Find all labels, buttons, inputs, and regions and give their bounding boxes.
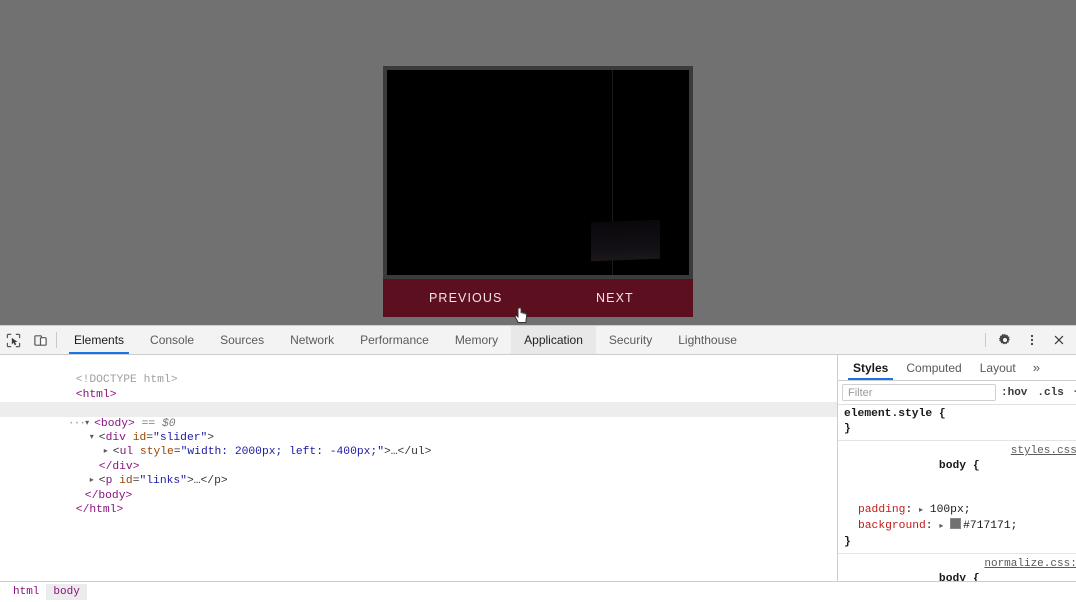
devtools-toolbar: Elements Console Sources Network Perform… [0, 326, 1076, 355]
dom-breadcrumb: html body [0, 581, 1076, 602]
declaration-value: 100px; [929, 503, 971, 516]
new-style-rule-button[interactable]: + [1069, 387, 1076, 399]
cls-toggle[interactable]: .cls [1032, 387, 1068, 399]
dom-line-div-close: </div> [0, 445, 837, 473]
declaration-property: padding [858, 503, 906, 516]
image-slider: PREVIOUS NEXT [383, 66, 693, 320]
tab-console[interactable]: Console [137, 326, 207, 354]
tab-application[interactable]: Application [511, 326, 596, 354]
tab-elements[interactable]: Elements [61, 326, 137, 354]
tab-network[interactable]: Network [277, 326, 347, 354]
inspect-element-icon[interactable] [0, 326, 27, 354]
color-swatch[interactable] [950, 518, 962, 530]
dom-tree-panel[interactable]: <!DOCTYPE html> <html> <head>…</head> ··… [0, 355, 837, 582]
declaration-padding[interactable]: padding: ▸ 100px; [844, 503, 1076, 519]
styles-filter-input[interactable] [842, 384, 996, 401]
dom-line-head[interactable]: <head>…</head> [0, 388, 837, 415]
rendered-page: PREVIOUS NEXT [0, 0, 1076, 325]
slider-nav-bar: PREVIOUS NEXT [383, 279, 693, 317]
previous-button[interactable]: PREVIOUS [429, 279, 502, 317]
style-rule-element-style: element.style { } [838, 404, 1076, 442]
declaration-background[interactable]: background: ▸ #717171; [844, 518, 1076, 535]
tab-layout[interactable]: Layout [971, 355, 1025, 380]
tab-styles[interactable]: Styles [844, 355, 897, 380]
devtools-tab-list: Elements Console Sources Network Perform… [61, 326, 750, 354]
styles-tab-list: Styles Computed Layout » [838, 355, 1076, 381]
dom-line-html-close: </html> [0, 489, 837, 516]
breadcrumb-item-html[interactable]: html [6, 584, 46, 600]
toolbar-divider-right [985, 333, 986, 347]
device-toolbar-icon[interactable] [27, 326, 54, 354]
dom-line-body-open[interactable]: ···<body> == $0 [0, 402, 837, 430]
rule-origin-link[interactable]: styles.css:1 [1011, 444, 1076, 459]
rule-close-brace: } [844, 535, 851, 548]
tab-sources[interactable]: Sources [207, 326, 277, 354]
tab-memory[interactable]: Memory [442, 326, 511, 354]
dom-line-doctype: <!DOCTYPE html> [0, 359, 837, 386]
rule-selector[interactable]: element.style { [844, 408, 946, 420]
gear-icon[interactable] [991, 326, 1018, 354]
styles-sidebar: Styles Computed Layout » :hov .cls + ◀ e… [838, 355, 1076, 582]
close-icon[interactable] [1045, 326, 1072, 354]
tab-performance[interactable]: Performance [347, 326, 442, 354]
devtools-panel: Elements Console Sources Network Perform… [0, 325, 1076, 602]
kebab-menu-icon[interactable] [1018, 326, 1045, 354]
screen-root: PREVIOUS NEXT Elements Console Sources N… [0, 0, 1076, 602]
photo-dark-object [590, 219, 661, 261]
styles-filter-bar: :hov .cls + ◀ [838, 381, 1076, 405]
declaration-property: background [858, 520, 926, 533]
dom-line-html-open[interactable]: <html> [0, 373, 837, 401]
more-tabs-icon[interactable]: » [1025, 360, 1048, 375]
rule-origin-link[interactable]: normalize.css:24 [984, 557, 1076, 572]
devtools-body: <!DOCTYPE html> <html> <head>…</head> ··… [0, 355, 1076, 582]
slider-image-frame [383, 66, 693, 279]
styles-rule-list: element.style { } body { styles.css:1 pa… [838, 404, 1076, 582]
tab-lighthouse[interactable]: Lighthouse [665, 326, 750, 354]
rule-close-brace: } [844, 422, 851, 435]
next-button[interactable]: NEXT [596, 279, 634, 317]
dom-line-div-slider[interactable]: <div id="slider"> [0, 417, 837, 444]
html-close-tag: </html> [75, 503, 124, 516]
breadcrumb-item-body[interactable]: body [46, 584, 87, 600]
tab-computed[interactable]: Computed [897, 355, 970, 380]
declaration-value: #717171; [963, 520, 1018, 533]
dom-line-ul[interactable]: <ul style="width: 2000px; left: -400px;"… [0, 431, 837, 458]
style-rule-body-normalize-css: body { normalize.css:24 margin: ▸ 0; } [838, 554, 1076, 582]
rule-selector[interactable]: body { [939, 460, 980, 472]
hov-toggle[interactable]: :hov [996, 387, 1032, 399]
devtools-toolbar-actions [980, 326, 1076, 354]
toolbar-divider [56, 332, 57, 348]
style-rule-body-styles-css: body { styles.css:1 padding: ▸ 100px; ba… [838, 441, 1076, 555]
dom-line-p-links[interactable]: <p id="links">…</p> [0, 460, 837, 487]
tab-security[interactable]: Security [596, 326, 665, 354]
dom-line-body-close: </body> [0, 474, 837, 502]
